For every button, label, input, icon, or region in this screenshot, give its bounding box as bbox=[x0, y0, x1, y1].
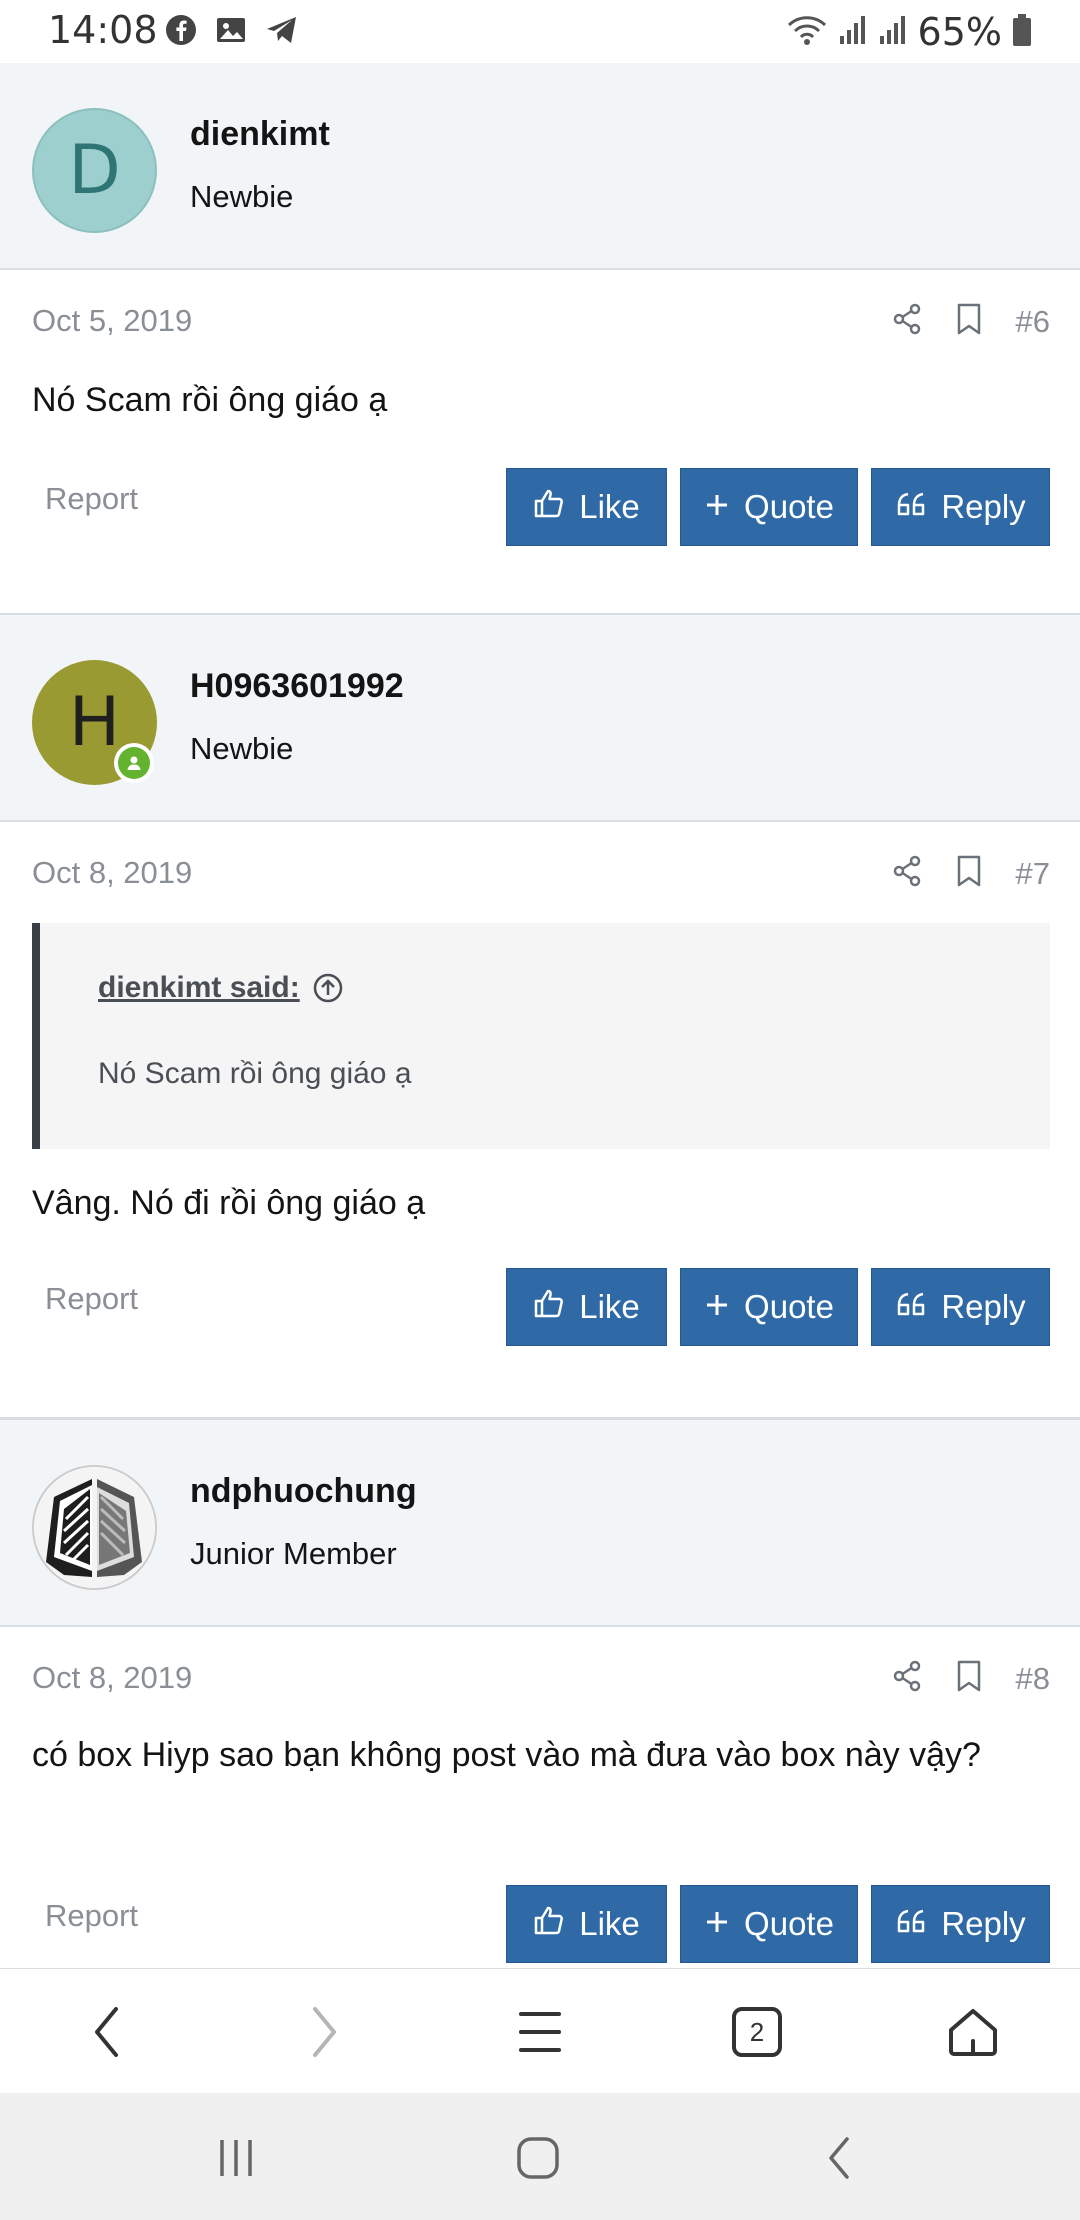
username[interactable]: dienkimt bbox=[190, 115, 330, 154]
signal-icon bbox=[878, 14, 908, 51]
battery-icon bbox=[1012, 13, 1032, 52]
post-meta-actions: #8 bbox=[892, 1660, 1050, 1697]
quote-label: Quote bbox=[744, 488, 834, 525]
telegram-icon bbox=[265, 14, 299, 51]
quote-button[interactable]: Quote bbox=[680, 468, 858, 546]
back-nav-icon[interactable] bbox=[805, 2128, 875, 2188]
quote-author[interactable]: dienkimt said: bbox=[98, 971, 344, 1005]
like-label: Like bbox=[579, 1905, 640, 1942]
post-meta: Oct 8, 2019 #7 bbox=[32, 855, 1050, 899]
share-icon[interactable] bbox=[892, 303, 922, 340]
post-user-info: ndphuochung Junior Member bbox=[0, 1420, 1080, 1627]
user-title: Newbie bbox=[190, 179, 294, 214]
online-indicator bbox=[114, 743, 154, 783]
bookmark-icon[interactable] bbox=[956, 1660, 982, 1697]
post-date[interactable]: Oct 5, 2019 bbox=[32, 303, 192, 339]
avatar[interactable]: D bbox=[32, 108, 157, 233]
arrow-up-circle-icon[interactable] bbox=[312, 972, 344, 1004]
quote-label: Quote bbox=[744, 1288, 834, 1325]
reply-button[interactable]: Reply bbox=[871, 468, 1050, 546]
quote-block: dienkimt said: Nó Scam rồi ông giáo ạ bbox=[32, 923, 1050, 1149]
tabs-icon[interactable]: 2 bbox=[722, 1997, 792, 2067]
post-number[interactable]: #8 bbox=[1016, 1661, 1050, 1697]
thumbs-up-icon bbox=[533, 487, 565, 527]
post-user-info: H H0963601992 Newbie bbox=[0, 615, 1080, 822]
post-content: Nó Scam rồi ông giáo ạ bbox=[32, 381, 388, 419]
menu-icon[interactable] bbox=[505, 1997, 575, 2067]
quote-marks-icon bbox=[895, 488, 927, 526]
facebook-icon bbox=[165, 14, 197, 51]
recents-icon[interactable] bbox=[201, 2128, 271, 2188]
report-link[interactable]: Report bbox=[45, 1281, 138, 1317]
system-navigation-bar bbox=[0, 2093, 1080, 2220]
username[interactable]: ndphuochung bbox=[190, 1472, 417, 1511]
like-button[interactable]: Like bbox=[506, 1885, 667, 1963]
thread-posts: D dienkimt Newbie Oct 5, 2019 #6 Nó Scam… bbox=[0, 63, 1080, 1968]
forward-icon[interactable] bbox=[289, 1997, 359, 2067]
bookmark-icon[interactable] bbox=[956, 303, 982, 340]
user-title: Junior Member bbox=[190, 1536, 397, 1571]
quote-author-label: dienkimt said: bbox=[98, 971, 300, 1004]
user-title: Newbie bbox=[190, 731, 294, 766]
plus-icon bbox=[704, 1288, 730, 1326]
quote-marks-icon bbox=[895, 1905, 927, 1943]
post-content: Vâng. Nó đi rồi ông giáo ạ bbox=[32, 1184, 426, 1222]
system-icons: 65% bbox=[786, 10, 1032, 54]
plus-icon bbox=[704, 488, 730, 526]
screen: 14:08 65% D dienkimt Newbie Oct 5, 2019 … bbox=[0, 0, 1080, 2220]
username[interactable]: H0963601992 bbox=[190, 667, 404, 706]
post: ndphuochung Junior Member Oct 8, 2019 #8… bbox=[0, 1418, 1080, 1968]
post-meta: Oct 5, 2019 #6 bbox=[32, 303, 1050, 347]
status-bar: 14:08 65% bbox=[0, 0, 1080, 63]
report-link[interactable]: Report bbox=[45, 1898, 138, 1934]
post-meta-actions: #6 bbox=[892, 303, 1050, 340]
plus-icon bbox=[704, 1905, 730, 1943]
quote-label: Quote bbox=[744, 1905, 834, 1942]
status-time: 14:08 bbox=[48, 8, 158, 52]
share-icon[interactable] bbox=[892, 1660, 922, 1697]
wings-emblem-icon bbox=[34, 1467, 155, 1588]
reply-label: Reply bbox=[941, 1288, 1026, 1325]
post: H H0963601992 Newbie Oct 8, 2019 #7 dien… bbox=[0, 613, 1080, 1419]
quote-button[interactable]: Quote bbox=[680, 1885, 858, 1963]
post-content: có box Hiyp sao bạn không post vào mà đư… bbox=[32, 1736, 981, 1774]
avatar[interactable] bbox=[32, 1465, 157, 1590]
notification-icons bbox=[165, 14, 299, 51]
post-meta-actions: #7 bbox=[892, 855, 1050, 892]
share-icon[interactable] bbox=[892, 855, 922, 892]
like-button[interactable]: Like bbox=[506, 1268, 667, 1346]
post-date[interactable]: Oct 8, 2019 bbox=[32, 1660, 192, 1696]
home-icon[interactable] bbox=[938, 1997, 1008, 2067]
back-icon[interactable] bbox=[72, 1997, 142, 2067]
like-button[interactable]: Like bbox=[506, 468, 667, 546]
reply-label: Reply bbox=[941, 488, 1026, 525]
quote-marks-icon bbox=[895, 1288, 927, 1326]
reply-button[interactable]: Reply bbox=[871, 1268, 1050, 1346]
home-button-icon[interactable] bbox=[503, 2128, 573, 2188]
post-meta: Oct 8, 2019 #8 bbox=[32, 1660, 1050, 1704]
thumbs-up-icon bbox=[533, 1287, 565, 1327]
post-user-info: D dienkimt Newbie bbox=[0, 63, 1080, 270]
signal-icon bbox=[838, 14, 868, 51]
bookmark-icon[interactable] bbox=[956, 855, 982, 892]
post: D dienkimt Newbie Oct 5, 2019 #6 Nó Scam… bbox=[0, 63, 1080, 643]
post-number[interactable]: #7 bbox=[1016, 856, 1050, 892]
report-link[interactable]: Report bbox=[45, 481, 138, 517]
quote-text: Nó Scam rồi ông giáo ạ bbox=[98, 1057, 412, 1090]
post-number[interactable]: #6 bbox=[1016, 304, 1050, 340]
gallery-icon bbox=[215, 14, 247, 51]
browser-toolbar: 2 bbox=[0, 1968, 1080, 2093]
thumbs-up-icon bbox=[533, 1904, 565, 1944]
reply-button[interactable]: Reply bbox=[871, 1885, 1050, 1963]
like-label: Like bbox=[579, 488, 640, 525]
battery-percent: 65% bbox=[917, 10, 1002, 54]
like-label: Like bbox=[579, 1288, 640, 1325]
wifi-icon bbox=[786, 13, 828, 52]
reply-label: Reply bbox=[941, 1905, 1026, 1942]
quote-button[interactable]: Quote bbox=[680, 1268, 858, 1346]
post-date[interactable]: Oct 8, 2019 bbox=[32, 855, 192, 891]
tab-count: 2 bbox=[749, 2016, 765, 2047]
